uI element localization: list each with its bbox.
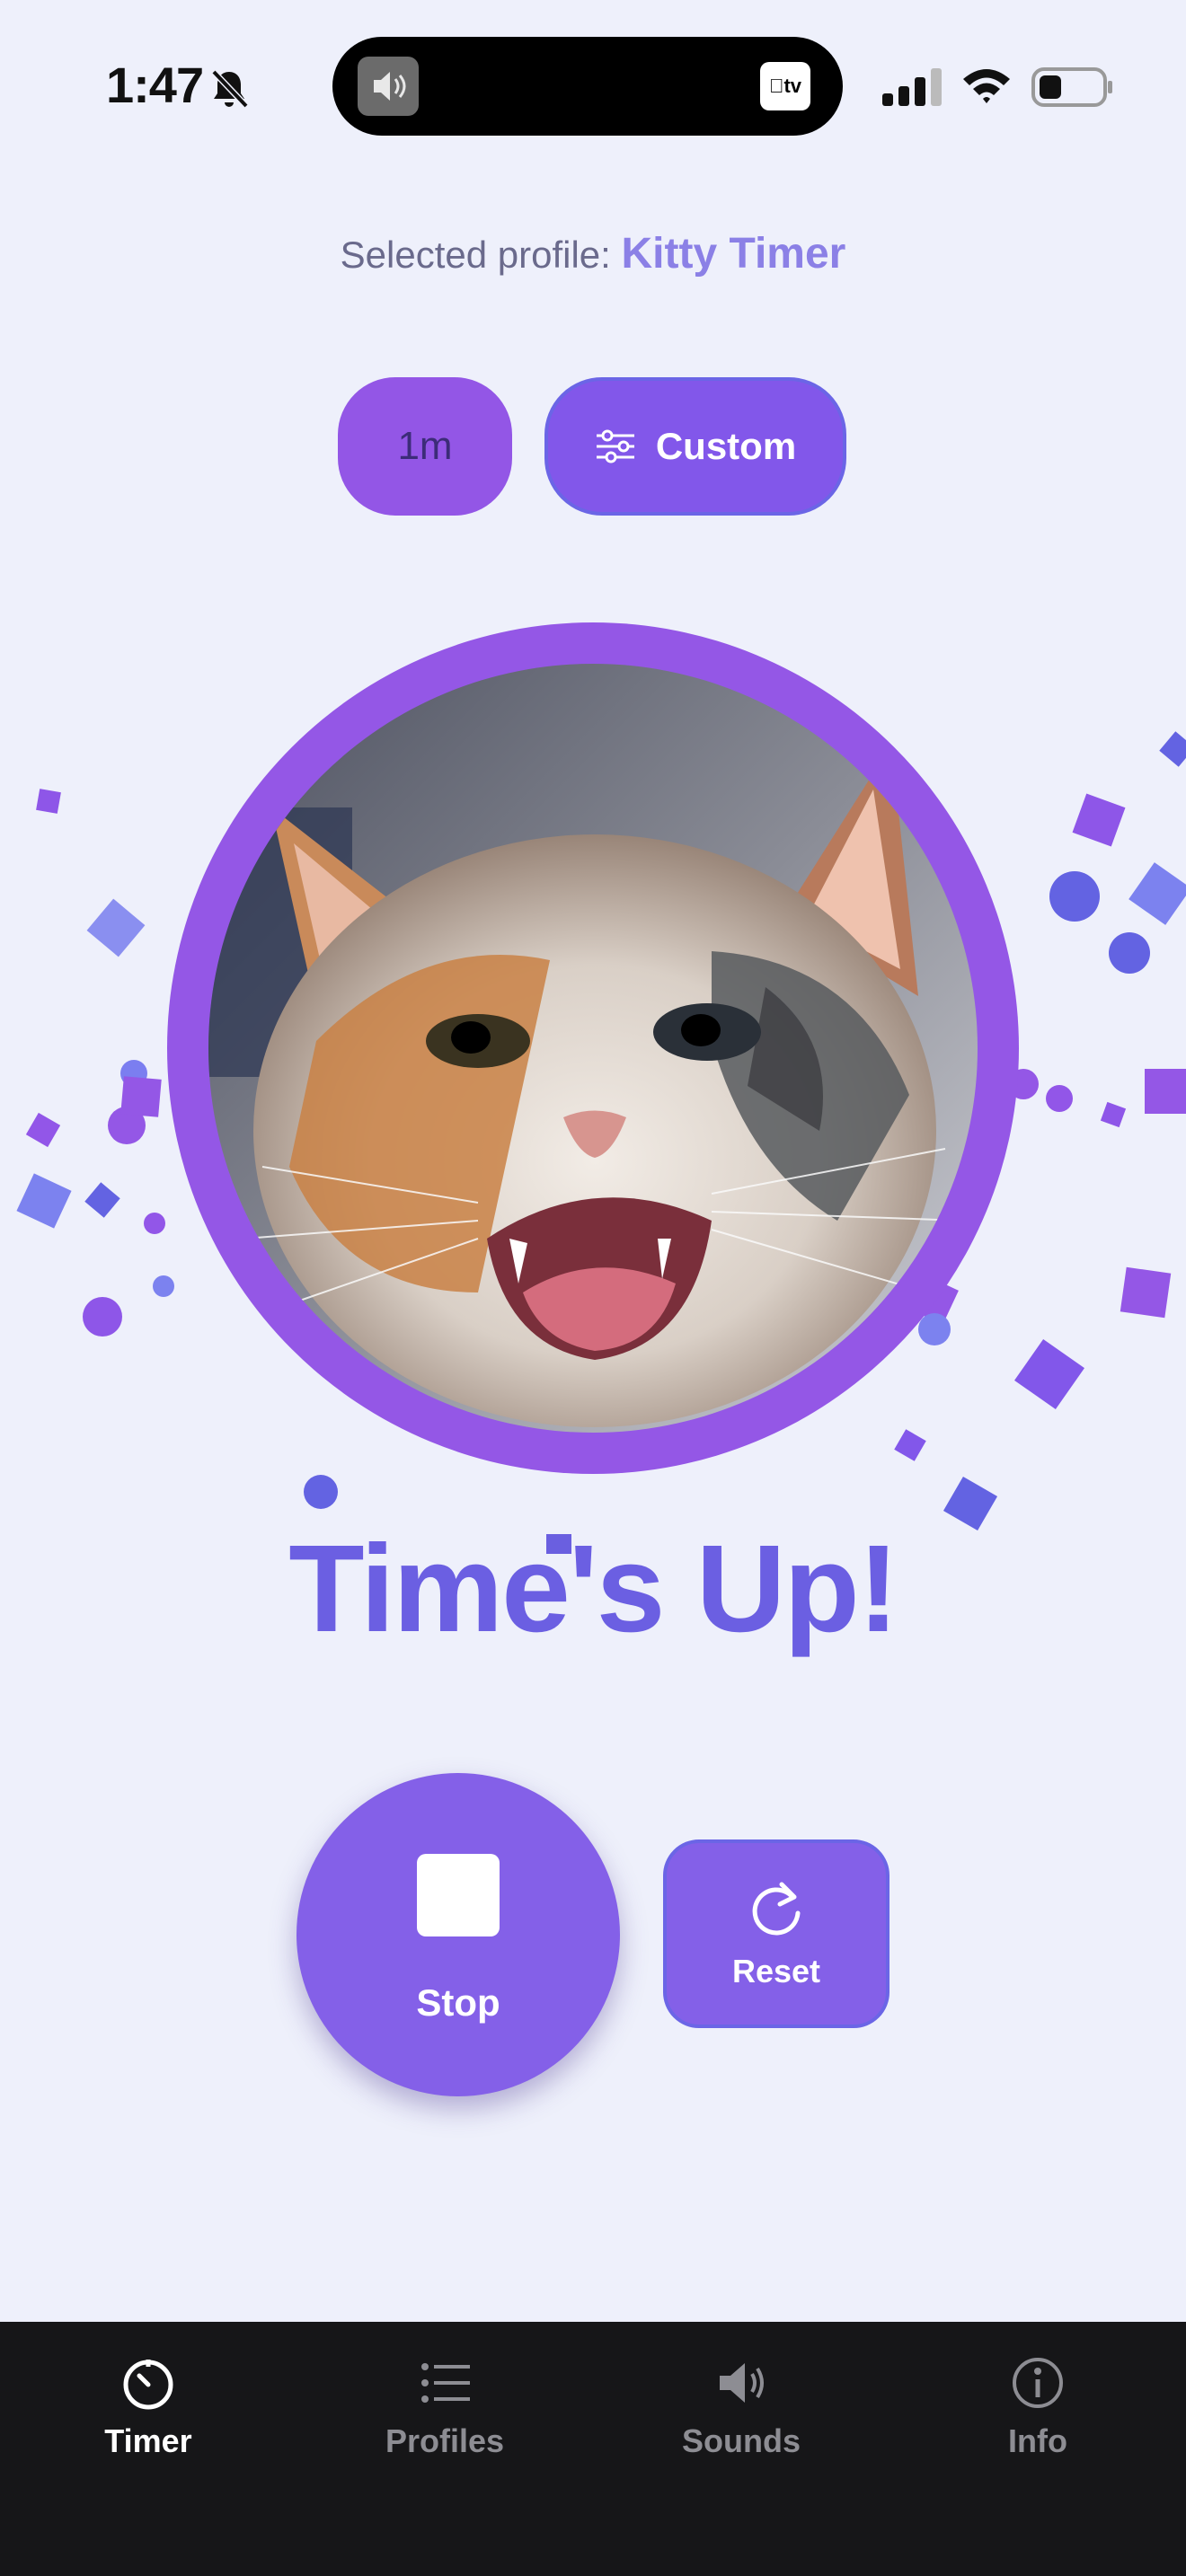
confetti-piece [120,1076,162,1117]
confetti-piece [36,789,61,814]
dynamic-island: tv [332,37,843,136]
custom-label: Custom [655,425,797,467]
confetti-piece [83,1297,122,1337]
duration-button[interactable]: 1m [338,377,512,516]
cat-photo [208,664,978,1433]
confetti-piece [1120,1266,1172,1319]
reset-icon [752,1882,801,1936]
stop-icon [417,1854,500,1936]
confetti-piece [1046,1085,1073,1112]
custom-button[interactable]: Custom [544,377,846,516]
reset-button[interactable]: Reset [663,1839,890,2028]
timer-icon [123,2360,173,2410]
cellular-signal-icon [882,68,942,106]
confetti-piece [86,898,146,957]
confetti-piece [304,1475,338,1509]
tab-timer[interactable]: Timer [0,2322,296,2501]
apple-tv-icon: tv [760,62,810,110]
confetti-piece [894,1429,926,1461]
confetti-piece [144,1213,165,1234]
speaker-icon [720,2363,764,2403]
confetti-piece [1159,731,1186,767]
confetti-piece [1145,1069,1186,1114]
tv-label: tv [776,75,801,97]
confetti-piece [1049,871,1100,922]
confetti-piece [1100,1101,1127,1128]
profile-name[interactable]: Kitty Timer [622,230,846,278]
confetti-piece [153,1275,174,1297]
tab-label: Profiles [385,2422,505,2459]
tab-info[interactable]: Info [890,2322,1186,2501]
tab-label: Timer [104,2422,192,2459]
confetti-piece [25,1112,61,1148]
profile-photo [167,622,1019,1474]
tab-label: Info [1008,2422,1067,2459]
tab-profiles[interactable]: Profiles [296,2322,593,2501]
reset-label: Reset [731,1953,821,1989]
duration-label: 1m [397,424,453,468]
stop-button[interactable]: Stop [296,1773,620,2096]
tab-sounds[interactable]: Sounds [593,2322,890,2501]
confetti-piece [1128,862,1186,925]
silent-bell-icon [211,69,249,109]
list-icon [421,2363,470,2403]
sliders-icon [596,429,634,463]
speaker-icon [358,57,419,116]
info-icon [1013,2358,1063,2408]
profile-prefix: Selected profile: [340,234,611,276]
tab-bar: Timer Profiles Sounds Info [0,2322,1186,2576]
battery-icon [1031,67,1112,107]
confetti-piece [1014,1339,1084,1409]
selected-profile: Selected profile: Kitty Timer [0,229,1186,278]
confetti-piece [16,1173,72,1229]
wifi-icon [963,69,1010,103]
tab-label: Sounds [682,2422,801,2459]
confetti-piece [1109,932,1150,974]
times-up-title: Time's Up! [288,1520,898,1658]
confetti-piece [84,1182,120,1218]
confetti-piece [918,1313,951,1345]
confetti-piece [1072,793,1126,847]
status-time: 1:47 [106,57,204,113]
stop-label: Stop [416,1981,500,2024]
